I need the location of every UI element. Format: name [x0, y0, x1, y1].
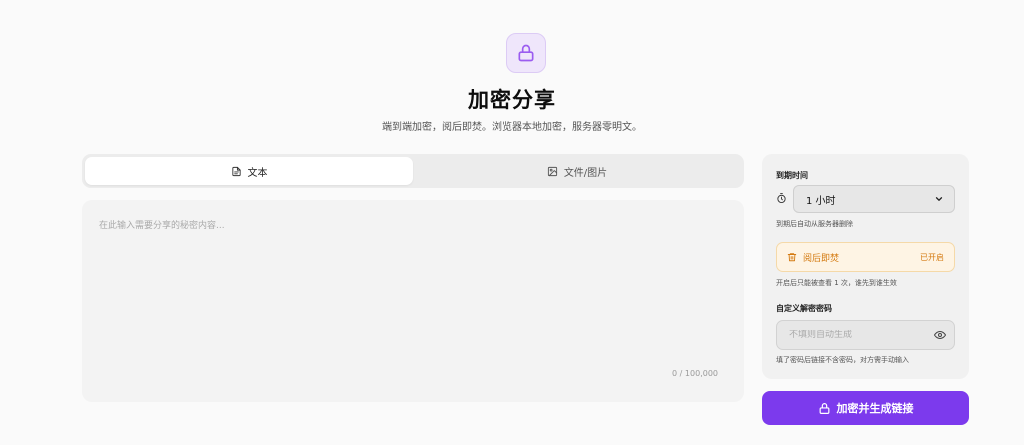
trash-icon: [787, 253, 797, 262]
encrypt-generate-link-button[interactable]: 加密并生成链接: [762, 391, 969, 425]
burn-after-reading-toggle[interactable]: 阅后即焚 已开启: [776, 242, 955, 272]
expiry-hint: 到期后自动从服务器删除: [776, 220, 853, 228]
tab-text-label: 文本: [247, 167, 268, 179]
settings-panel: 到期时间 1 小时 到期后自动从服务器删除 阅后即焚 已开启 开启后只能被查看 …: [762, 154, 969, 379]
lock-icon: [518, 44, 534, 62]
expiry-value: 1 小时: [806, 195, 836, 207]
password-label: 自定义解密密码: [776, 304, 832, 313]
image-icon: [547, 166, 557, 176]
tab-file-image-label: 文件/图片: [563, 167, 608, 179]
secret-textarea[interactable]: [82, 200, 744, 402]
page-title: 加密分享: [468, 88, 556, 112]
chevron-down-icon: [935, 197, 943, 201]
document-icon: [231, 166, 241, 176]
burn-label: 阅后即焚: [803, 253, 840, 264]
tab-file-image[interactable]: 文件/图片: [413, 157, 741, 185]
password-input[interactable]: [789, 330, 934, 340]
logo-badge: [506, 33, 546, 73]
secret-editor: 0 / 100,000: [82, 200, 744, 402]
password-hint: 填了密码后链接不含密码，对方需手动输入: [776, 356, 909, 364]
password-field: [776, 320, 955, 350]
page-subtitle: 端到端加密，阅后即焚。浏览器本地加密，服务器零明文。: [382, 122, 642, 133]
char-counter: 0 / 100,000: [672, 369, 718, 378]
expiry-label: 到期时间: [776, 171, 808, 180]
submit-label: 加密并生成链接: [836, 402, 914, 415]
burn-status: 已开启: [920, 252, 944, 262]
lock-icon: [819, 402, 829, 414]
tab-text[interactable]: 文本: [85, 157, 413, 185]
eye-icon[interactable]: [934, 329, 946, 341]
content-type-tabs: 文本 文件/图片: [82, 154, 744, 188]
expiry-select[interactable]: 1 小时: [793, 185, 955, 213]
burn-hint: 开启后只能被查看 1 次，谁先到谁生效: [776, 279, 897, 287]
timer-icon: [777, 192, 786, 204]
